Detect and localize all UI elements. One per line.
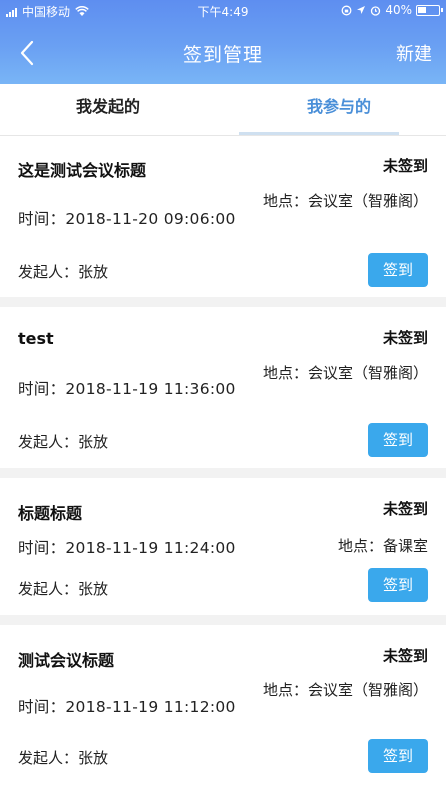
sign-status: 未签到 — [382, 500, 428, 518]
alarm-icon — [371, 5, 381, 16]
status-bar: 中国移动 下午4:49 40% — [0, 0, 446, 22]
meeting-initiator: 发起人：张放 — [18, 433, 109, 451]
meeting-title: 这是测试会议标题 — [18, 161, 147, 180]
meeting-card: 标题标题 未签到 时间：2018-11-19 11:24:00 地点：备课室 发… — [0, 478, 446, 625]
nav-bar: 签到管理 新建 — [0, 30, 446, 76]
tab-bar: 我发起的 我参与的 — [0, 84, 446, 136]
sign-in-button[interactable]: 签到 — [368, 253, 428, 287]
sign-status: 未签到 — [382, 329, 428, 347]
sign-in-button[interactable]: 签到 — [368, 423, 428, 457]
tab-participated[interactable]: 我参与的 — [239, 84, 439, 136]
sign-status: 未签到 — [382, 647, 428, 665]
meeting-time: 时间：2018-11-20 09:06:00 — [18, 210, 236, 228]
meeting-time: 时间：2018-11-19 11:36:00 — [18, 380, 236, 398]
meeting-title: test — [18, 329, 54, 348]
app-header: 中国移动 下午4:49 40% 签到管理 新建 — [0, 0, 446, 84]
meeting-time: 时间：2018-11-19 11:24:00 — [18, 539, 236, 557]
new-button[interactable]: 新建 — [396, 40, 432, 66]
meeting-card: 测试会议标题 未签到 时间：2018-11-19 11:12:00 地点：会议室… — [0, 625, 446, 793]
meeting-initiator: 发起人：张放 — [18, 749, 109, 767]
rotation-lock-icon — [341, 5, 352, 15]
meeting-initiator: 发起人：张放 — [18, 580, 109, 598]
meeting-location: 地点：会议室（智雅阁） — [262, 681, 428, 699]
location-icon — [357, 6, 366, 14]
meeting-card: 这是测试会议标题 未签到 时间：2018-11-20 09:06:00 地点：会… — [0, 137, 446, 307]
battery-percent: 40% — [385, 3, 412, 17]
meeting-card: test 未签到 时间：2018-11-19 11:36:00 地点：会议室（智… — [0, 307, 446, 478]
sign-in-button[interactable]: 签到 — [368, 739, 428, 773]
sign-in-button[interactable]: 签到 — [368, 568, 428, 602]
sign-status: 未签到 — [382, 157, 428, 175]
meeting-location: 地点：备课室 — [337, 537, 428, 555]
meeting-location: 地点：会议室（智雅阁） — [262, 364, 428, 382]
meeting-location: 地点：会议室（智雅阁） — [262, 192, 428, 210]
meeting-title: 测试会议标题 — [18, 651, 115, 670]
meeting-title: 标题标题 — [18, 504, 83, 523]
battery-icon — [416, 4, 443, 16]
meeting-initiator: 发起人：张放 — [18, 263, 109, 281]
meeting-time: 时间：2018-11-19 11:12:00 — [18, 698, 236, 716]
tab-initiated[interactable]: 我发起的 — [8, 84, 208, 136]
active-tab-indicator — [239, 132, 399, 135]
page-title: 签到管理 — [182, 44, 263, 66]
